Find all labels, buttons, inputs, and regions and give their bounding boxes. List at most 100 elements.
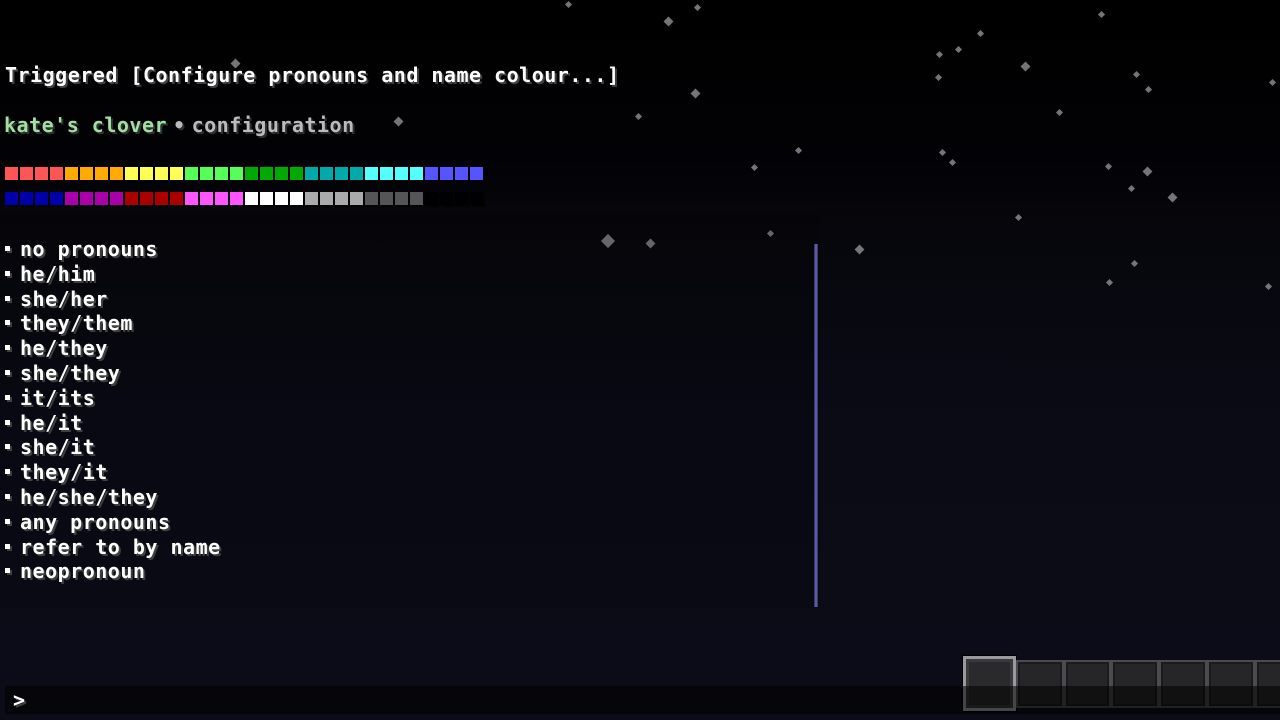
colour-swatch-aqua[interactable] xyxy=(410,167,423,180)
pronoun-option[interactable]: no pronouns xyxy=(4,237,221,262)
pronoun-option[interactable]: he/it xyxy=(4,411,221,436)
particle xyxy=(393,116,404,127)
particle xyxy=(1104,162,1113,171)
pronoun-option[interactable]: he/she/they xyxy=(4,485,221,510)
colour-swatch-dark-blue[interactable] xyxy=(20,192,33,205)
colour-swatch-red[interactable] xyxy=(20,167,33,180)
colour-swatch-aqua[interactable] xyxy=(395,167,408,180)
colour-swatch-gold[interactable] xyxy=(110,167,123,180)
colour-swatch-gray[interactable] xyxy=(305,192,318,205)
colour-swatch-blue[interactable] xyxy=(425,167,438,180)
chat-scrollbar[interactable] xyxy=(814,244,818,607)
colour-swatch-blue[interactable] xyxy=(470,167,483,180)
colour-swatch-blue[interactable] xyxy=(455,167,468,180)
colour-swatch-yellow[interactable] xyxy=(170,167,183,180)
bullet-icon xyxy=(5,320,10,326)
colour-swatch-yellow[interactable] xyxy=(140,167,153,180)
colour-swatch-aqua[interactable] xyxy=(365,167,378,180)
particle xyxy=(1055,108,1064,117)
colour-swatch-dark-green[interactable] xyxy=(290,167,303,180)
pronoun-label: neopronoun xyxy=(20,559,146,584)
pronoun-option[interactable]: they/it xyxy=(4,460,221,485)
colour-swatch-black[interactable] xyxy=(440,192,453,205)
particle xyxy=(854,244,865,255)
game-world-view: Triggered [Configure pronouns and name c… xyxy=(0,0,1280,720)
colour-swatch-green[interactable] xyxy=(230,167,243,180)
colour-swatch-dark-purple[interactable] xyxy=(80,192,93,205)
colour-swatch-yellow[interactable] xyxy=(125,167,138,180)
colour-swatch-dark-green[interactable] xyxy=(260,167,273,180)
colour-swatch-green[interactable] xyxy=(185,167,198,180)
pronoun-option[interactable]: he/they xyxy=(4,336,221,361)
colour-swatch-dark-red[interactable] xyxy=(140,192,153,205)
colour-swatch-black[interactable] xyxy=(425,192,438,205)
colour-swatch-dark-gray[interactable] xyxy=(395,192,408,205)
colour-swatch-green[interactable] xyxy=(215,167,228,180)
pronoun-label: she/they xyxy=(20,360,121,385)
pronoun-option[interactable]: she/it xyxy=(4,435,221,460)
particle xyxy=(1020,61,1031,72)
colour-swatch-gray[interactable] xyxy=(320,192,333,205)
colour-swatch-dark-aqua[interactable] xyxy=(335,167,348,180)
pronoun-label: no pronouns xyxy=(20,237,158,261)
colour-swatch-white[interactable] xyxy=(290,192,303,205)
colour-swatch-dark-gray[interactable] xyxy=(410,192,423,205)
pronoun-option[interactable]: any pronouns xyxy=(4,510,221,535)
colour-swatch-green[interactable] xyxy=(200,167,213,180)
pronoun-label: refer to by name xyxy=(20,534,221,559)
pronoun-option[interactable]: it/its xyxy=(4,386,221,411)
colour-swatch-black[interactable] xyxy=(470,192,483,205)
colour-swatch-aqua[interactable] xyxy=(380,167,393,180)
pronoun-option[interactable]: they/them xyxy=(4,311,221,336)
particle xyxy=(1132,70,1141,79)
colour-swatch-gold[interactable] xyxy=(65,167,78,180)
colour-swatch-red[interactable] xyxy=(35,167,48,180)
colour-swatch-dark-blue[interactable] xyxy=(5,192,18,205)
colour-swatch-white[interactable] xyxy=(275,192,288,205)
bullet-icon xyxy=(5,369,10,375)
colour-swatch-dark-purple[interactable] xyxy=(65,192,78,205)
colour-swatch-dark-purple[interactable] xyxy=(110,192,123,205)
colour-swatch-dark-purple[interactable] xyxy=(95,192,108,205)
particle xyxy=(690,88,701,99)
colour-swatch-white[interactable] xyxy=(245,192,258,205)
pronoun-label: it/its xyxy=(20,385,96,410)
pronoun-option[interactable]: he/him xyxy=(4,262,221,287)
colour-palette-row-1 xyxy=(5,167,485,180)
colour-swatch-light-purple[interactable] xyxy=(200,192,213,205)
colour-swatch-black[interactable] xyxy=(455,192,468,205)
colour-swatch-dark-red[interactable] xyxy=(155,192,168,205)
colour-swatch-dark-green[interactable] xyxy=(245,167,258,180)
pronoun-option[interactable]: she/her xyxy=(4,287,221,312)
colour-swatch-dark-aqua[interactable] xyxy=(350,167,363,180)
colour-swatch-dark-red[interactable] xyxy=(170,192,183,205)
colour-swatch-light-purple[interactable] xyxy=(215,192,228,205)
colour-swatch-gold[interactable] xyxy=(95,167,108,180)
pronoun-option[interactable]: she/they xyxy=(4,361,221,386)
colour-swatch-light-purple[interactable] xyxy=(185,192,198,205)
colour-swatch-dark-blue[interactable] xyxy=(50,192,63,205)
colour-swatch-red[interactable] xyxy=(50,167,63,180)
colour-swatch-gray[interactable] xyxy=(350,192,363,205)
colour-swatch-gold[interactable] xyxy=(80,167,93,180)
colour-swatch-dark-gray[interactable] xyxy=(365,192,378,205)
colour-swatch-dark-blue[interactable] xyxy=(35,192,48,205)
colour-swatch-white[interactable] xyxy=(260,192,273,205)
particle xyxy=(794,146,803,155)
colour-swatch-dark-green[interactable] xyxy=(275,167,288,180)
pronoun-option[interactable]: refer to by name xyxy=(4,535,221,560)
particle xyxy=(938,148,947,157)
colour-swatch-light-purple[interactable] xyxy=(230,192,243,205)
colour-swatch-dark-red[interactable] xyxy=(125,192,138,205)
particle xyxy=(663,16,674,27)
colour-swatch-dark-aqua[interactable] xyxy=(305,167,318,180)
colour-swatch-gray[interactable] xyxy=(335,192,348,205)
colour-swatch-blue[interactable] xyxy=(440,167,453,180)
colour-swatch-red[interactable] xyxy=(5,167,18,180)
colour-swatch-dark-aqua[interactable] xyxy=(320,167,333,180)
colour-swatch-dark-gray[interactable] xyxy=(380,192,393,205)
brand-name: kate's clover xyxy=(4,113,168,137)
chat-input[interactable]: > xyxy=(5,686,1280,714)
pronoun-option[interactable]: neopronoun xyxy=(4,559,221,584)
colour-swatch-yellow[interactable] xyxy=(155,167,168,180)
